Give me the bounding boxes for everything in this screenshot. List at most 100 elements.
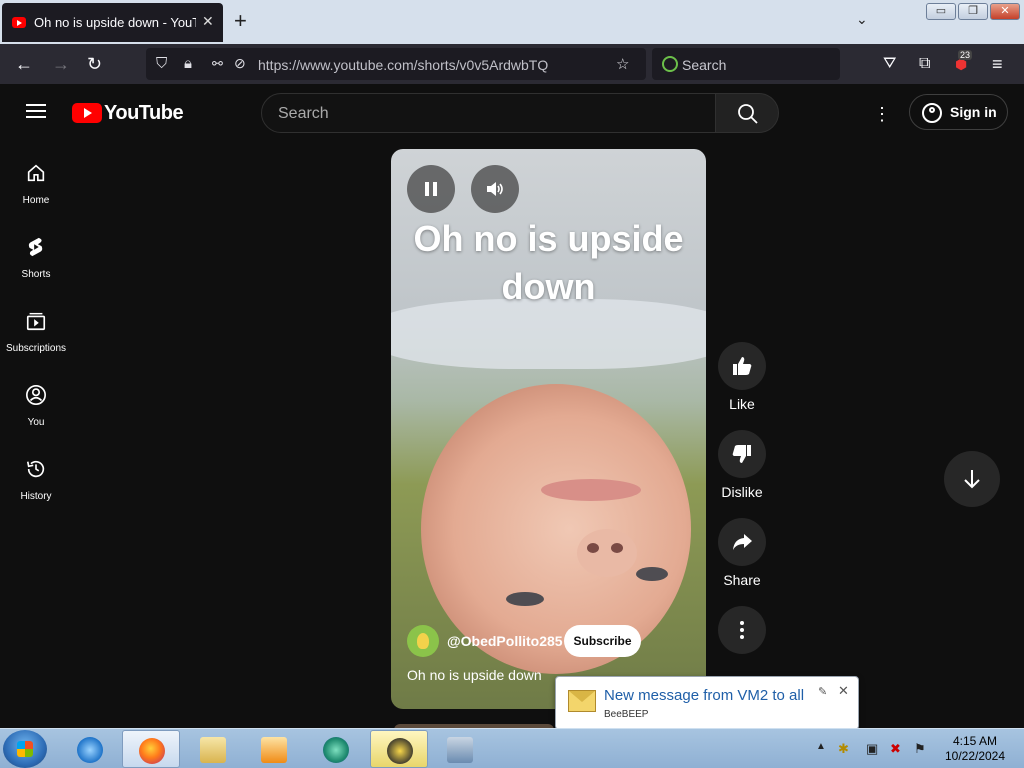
tab-close-icon[interactable]: ✕ <box>202 13 214 30</box>
sidebar-item-subscriptions[interactable]: Subscriptions <box>0 310 72 356</box>
sidebar-item-home[interactable]: Home <box>0 162 72 208</box>
tab-youtube[interactable]: Oh no is upside down - YouTube ✕ <box>2 3 223 42</box>
channel-avatar[interactable] <box>407 625 439 657</box>
settings-kebab-icon[interactable]: ⋮ <box>873 104 891 125</box>
more-vertical-icon <box>740 621 744 639</box>
more-actions-button[interactable] <box>718 606 766 654</box>
screen: Oh no is upside down - YouTube ✕ + ⌄ ▭ ❐… <box>0 0 1024 768</box>
dislike-label: Dislike <box>721 484 763 500</box>
thumbs-down-icon <box>732 445 751 463</box>
browser-search-label: Search <box>682 57 727 73</box>
permissions-icon[interactable]: ⚯ <box>212 56 223 72</box>
autoplay-blocked-icon[interactable]: ⊘ <box>234 55 246 72</box>
short-video-player[interactable]: Oh no is upside down @ObedPollito285 Sub… <box>391 149 706 709</box>
folder-icon <box>200 737 226 763</box>
close-window-button[interactable]: ✕ <box>990 3 1020 20</box>
share-arrow-icon <box>733 534 752 550</box>
sidebar-label: History <box>20 491 52 502</box>
menu-icon[interactable]: ≡ <box>992 54 1003 74</box>
pause-button[interactable] <box>407 165 455 213</box>
minimize-button[interactable]: ▭ <box>926 3 956 20</box>
search-button[interactable] <box>715 93 779 133</box>
youtube-logo-icon[interactable] <box>72 103 102 123</box>
next-short-button[interactable] <box>944 451 1000 507</box>
browser-navbar: ← → ↻ ⛉ 🔒︎ ⚯ ⊘ https://www.youtube.com/s… <box>0 44 1024 84</box>
share-button[interactable]: Share <box>718 518 766 588</box>
bookmark-star-icon[interactable]: ☆ <box>616 55 629 73</box>
like-button[interactable]: Like <box>718 342 766 412</box>
windows-taskbar: ▲ ✱ ▣ ✖ ⚑ 4:15 AM 10/22/2024 <box>0 728 1024 768</box>
bee-icon <box>387 738 413 764</box>
notification-close-icon[interactable]: ✕ <box>838 683 849 699</box>
share-label: Share <box>723 572 761 588</box>
sidebar-label: You <box>27 417 45 428</box>
browser-tabbar: Oh no is upside down - YouTube ✕ + ⌄ ▭ ❐… <box>0 0 1024 44</box>
youtube-page: YouTube Search ⋮ Sign in Home Shorts Sub… <box>0 84 1024 730</box>
shorts-icon <box>28 237 43 257</box>
sidebar-item-you[interactable]: You <box>0 384 72 430</box>
video-frame-mouth <box>541 479 641 501</box>
media-player-icon <box>261 737 287 763</box>
restore-button[interactable]: ❐ <box>958 3 988 20</box>
subscriptions-icon <box>26 312 46 331</box>
clock-time: 4:15 AM <box>952 734 998 748</box>
sidebar-label: Subscriptions <box>5 343 67 354</box>
network-icon[interactable]: ▣ <box>866 741 878 757</box>
clock-date: 10/22/2024 <box>944 749 1006 763</box>
taskbar-beebeep[interactable] <box>370 730 428 768</box>
back-arrow-icon[interactable]: ← <box>15 54 33 74</box>
search-placeholder: Search <box>278 105 329 122</box>
lock-icon[interactable]: 🔒︎ <box>184 55 192 72</box>
history-icon <box>26 460 45 478</box>
you-icon <box>26 385 46 405</box>
pocket-icon[interactable]: ⛛ <box>883 54 896 74</box>
taskbar-internet-explorer[interactable] <box>61 730 119 768</box>
volume-muted-icon[interactable]: ✖ <box>890 741 901 757</box>
forward-arrow-icon[interactable]: → <box>52 54 70 74</box>
taskbar-app-blue[interactable] <box>307 730 365 768</box>
taskbar-file-explorer[interactable] <box>184 730 242 768</box>
youtube-logo-text[interactable]: YouTube <box>104 102 184 125</box>
video-frame-eye <box>636 567 668 581</box>
taskbar-media-player[interactable] <box>245 730 303 768</box>
beebeep-notification[interactable]: New message from VM2 to all BeeBEEP ✎ ✕ <box>555 676 859 739</box>
channel-name[interactable]: @ObedPollito285 <box>447 633 563 649</box>
url-bar[interactable]: ⛉ 🔒︎ ⚯ ⊘ https://www.youtube.com/shorts/… <box>146 48 646 80</box>
new-tab-button[interactable]: + <box>234 8 247 34</box>
short-overlay-title: Oh no is upside down <box>413 218 684 307</box>
shield-icon[interactable]: ⛉ <box>156 55 167 72</box>
tray-bee-icon[interactable]: ✱ <box>838 741 849 757</box>
sidebar-item-history[interactable]: History <box>0 458 72 504</box>
search-input[interactable]: Search <box>261 93 716 133</box>
notification-message[interactable]: New message from VM2 to all <box>604 687 804 704</box>
action-center-flag-icon[interactable]: ⚑ <box>914 741 926 757</box>
taskbar-network-app[interactable] <box>431 730 489 768</box>
video-frame-nose <box>577 529 637 577</box>
extension-badge: 23 <box>958 50 973 60</box>
sidebar-item-shorts[interactable]: Shorts <box>0 236 72 282</box>
firefox-icon <box>139 738 165 764</box>
guide-menu-icon[interactable] <box>26 104 46 118</box>
list-all-tabs-chevron-icon[interactable]: ⌄ <box>856 11 868 28</box>
sign-in-button[interactable]: Sign in <box>909 94 1008 130</box>
search-icon <box>738 104 758 124</box>
reload-icon[interactable]: ↻ <box>87 54 102 74</box>
subscribe-button[interactable]: Subscribe <box>564 625 641 657</box>
start-button[interactable] <box>3 730 47 768</box>
taskbar-firefox[interactable] <box>122 730 180 768</box>
notification-options-icon[interactable]: ✎ <box>818 685 827 698</box>
clock[interactable]: 4:15 AM 10/22/2024 <box>940 734 1010 764</box>
volume-button[interactable] <box>471 165 519 213</box>
app-globe-icon <box>323 737 349 763</box>
video-frame-eye <box>506 592 544 606</box>
dislike-button[interactable]: Dislike <box>718 430 766 500</box>
show-hidden-icons-icon[interactable]: ▲ <box>816 741 826 752</box>
network-app-icon <box>447 737 473 763</box>
extensions-icon[interactable]: ⧉ <box>919 54 930 74</box>
sign-in-label: Sign in <box>950 104 997 120</box>
sidebar-label: Home <box>22 195 50 206</box>
internet-explorer-icon <box>77 737 103 763</box>
short-caption[interactable]: Oh no is upside down <box>407 667 542 683</box>
youtube-favicon-icon <box>12 17 26 28</box>
browser-search-field[interactable]: Search <box>652 48 840 80</box>
